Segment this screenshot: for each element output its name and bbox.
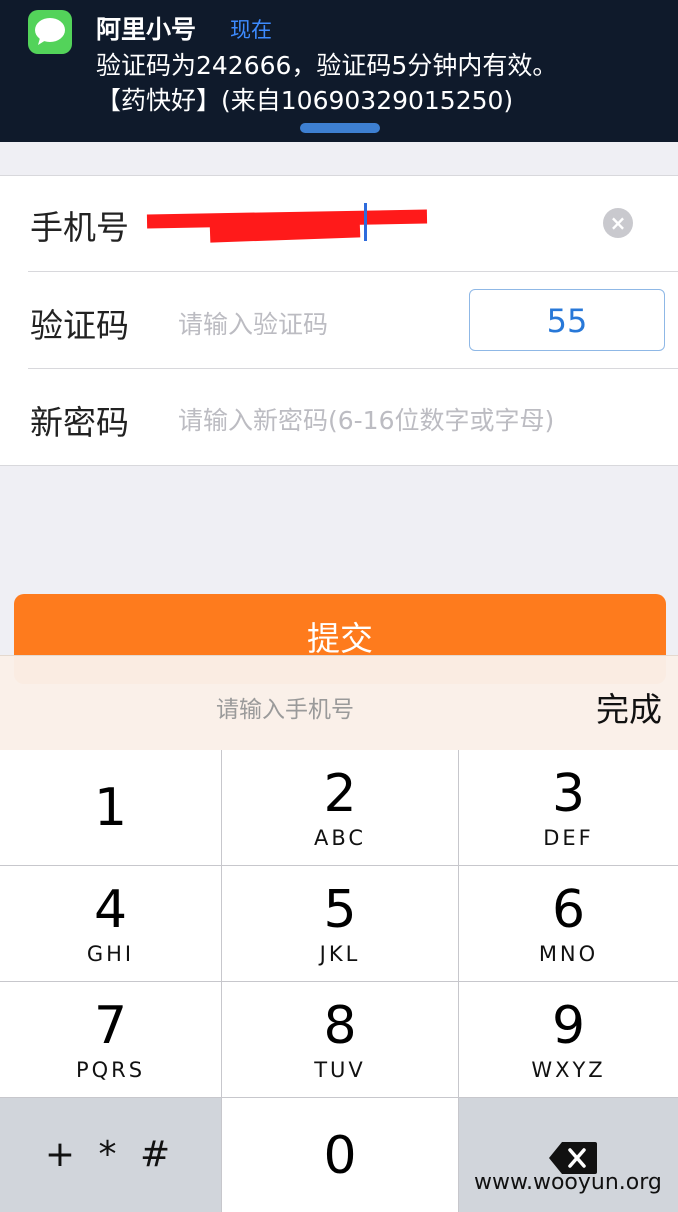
notification-message-line1: 验证码为242666，验证码5分钟内有效。	[96, 51, 558, 80]
key-letters: GHI	[86, 942, 135, 966]
key-0[interactable]: 0	[222, 1098, 459, 1212]
sms-notification-banner[interactable]: 阿里小号 现在 验证码为242666，验证码5分钟内有效。 【药快好】(来自10…	[0, 0, 678, 142]
symbols-key[interactable]: + * #	[0, 1098, 222, 1212]
row-divider	[28, 271, 678, 272]
key-4[interactable]: 4 GHI	[0, 866, 222, 982]
accessory-hint: 请输入手机号	[216, 697, 354, 723]
key-digit: 4	[93, 880, 128, 940]
key-1[interactable]: 1	[0, 750, 222, 866]
password-input[interactable]: 请输入新密码(6-16位数字或字母)	[178, 401, 554, 437]
key-letters: WXYZ	[531, 1058, 606, 1082]
key-digit: 9	[551, 996, 586, 1056]
key-digit: 8	[323, 996, 357, 1056]
text-cursor	[364, 203, 367, 241]
messages-icon	[28, 10, 72, 54]
send-code-button[interactable]: 55	[469, 289, 665, 351]
notification-sender: 阿里小号	[96, 15, 197, 44]
notification-message-line2: 【药快好】(来自10690329015250)	[96, 86, 514, 115]
code-input[interactable]: 请输入验证码	[178, 305, 328, 341]
symbols-label: + * #	[44, 1134, 177, 1175]
phone-label: 手机号	[30, 208, 129, 247]
key-letters: TUV	[314, 1058, 366, 1082]
key-letters: MNO	[538, 942, 599, 966]
key-digit: 6	[551, 880, 586, 940]
notification-grabber[interactable]	[300, 123, 380, 133]
key-5[interactable]: 5 JKL	[222, 866, 459, 982]
row-divider	[28, 368, 678, 369]
key-6[interactable]: 6 MNO	[459, 866, 678, 982]
key-digit: 7	[93, 996, 128, 1056]
done-button[interactable]: 完成	[596, 683, 662, 731]
key-letters: JKL	[319, 942, 361, 966]
key-digit: 5	[323, 880, 357, 940]
key-digit: 2	[323, 764, 357, 824]
key-letters: PQRS	[75, 1058, 146, 1082]
notification-time: 现在	[230, 18, 272, 42]
key-digit: 0	[323, 1126, 357, 1186]
clear-icon[interactable]: ×	[603, 208, 633, 238]
code-label: 验证码	[30, 306, 129, 345]
key-9[interactable]: 9 WXYZ	[459, 982, 678, 1098]
key-digit: 3	[551, 764, 586, 824]
key-2[interactable]: 2 ABC	[222, 750, 459, 866]
key-7[interactable]: 7 PQRS	[0, 982, 222, 1098]
key-letters: ABC	[313, 826, 367, 850]
password-label: 新密码	[30, 403, 129, 442]
key-letters: DEF	[543, 826, 594, 850]
watermark: www.wooyun.org	[474, 1170, 662, 1195]
key-8[interactable]: 8 TUV	[222, 982, 459, 1098]
keyboard-accessory-bar: 请输入手机号 完成	[0, 655, 678, 751]
key-3[interactable]: 3 DEF	[459, 750, 678, 866]
key-digit: 1	[93, 778, 128, 838]
